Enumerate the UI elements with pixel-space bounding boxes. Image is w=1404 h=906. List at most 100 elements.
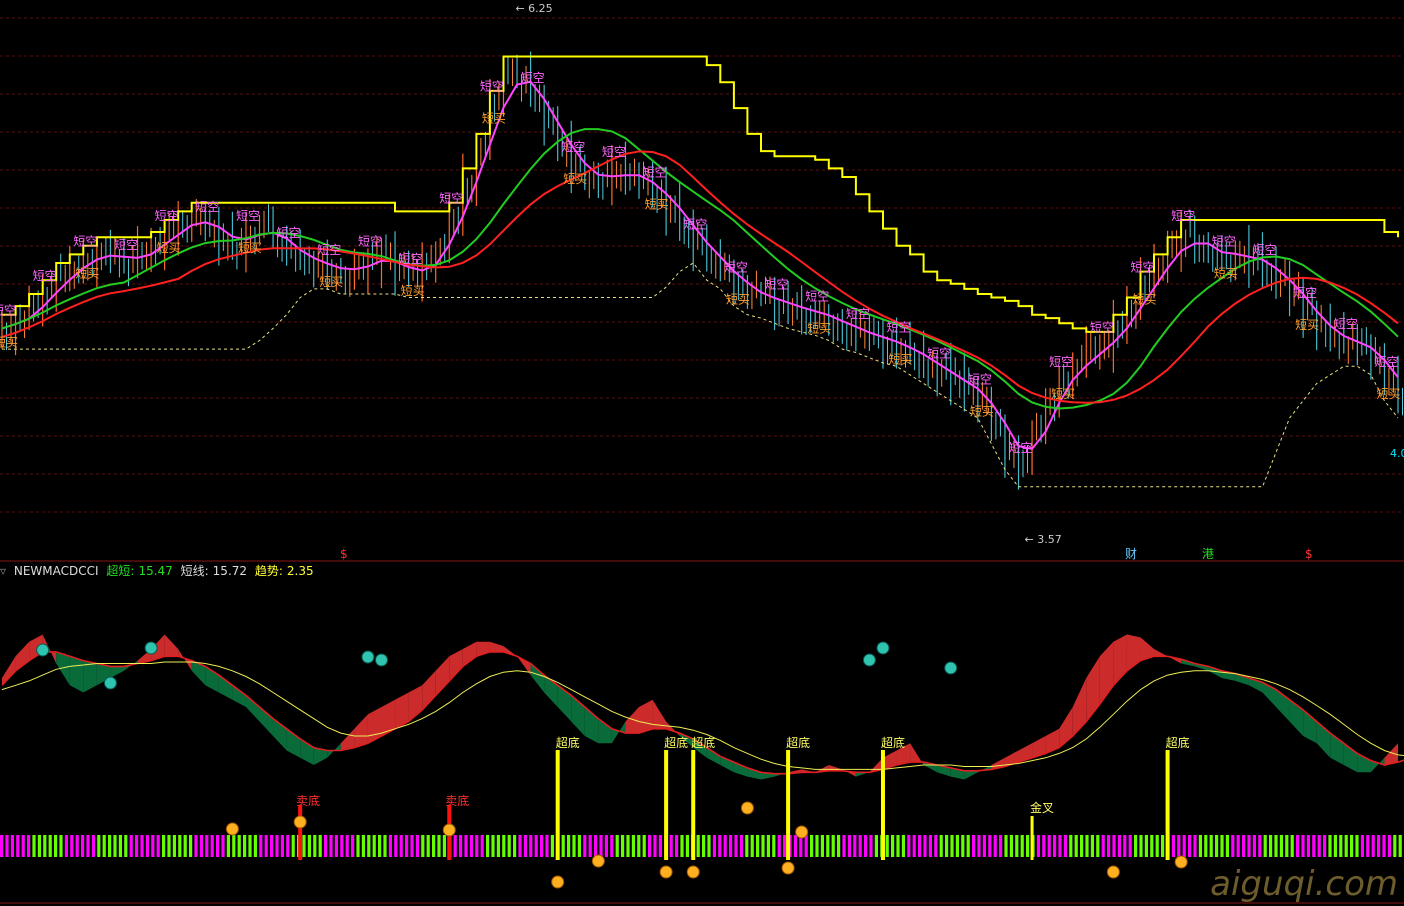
status-bar bbox=[707, 835, 711, 857]
histogram-segment bbox=[625, 707, 640, 734]
status-bar bbox=[1036, 835, 1040, 857]
status-bar bbox=[1285, 835, 1289, 857]
status-bar bbox=[529, 835, 533, 857]
status-bar bbox=[334, 835, 338, 857]
status-bar bbox=[318, 835, 322, 857]
status-bar bbox=[226, 835, 230, 857]
up-arrow-icon bbox=[781, 861, 795, 875]
status-bar bbox=[48, 835, 52, 857]
status-bar bbox=[129, 835, 133, 857]
status-bar bbox=[361, 835, 365, 857]
up-arrow-icon bbox=[293, 815, 307, 829]
status-bar bbox=[1306, 835, 1310, 857]
golden-cross-label: 金叉 bbox=[1030, 800, 1054, 815]
status-bar bbox=[955, 835, 959, 857]
status-bar bbox=[858, 835, 862, 857]
status-bar bbox=[167, 835, 171, 857]
status-bar bbox=[1047, 835, 1051, 857]
status-bar bbox=[1398, 835, 1402, 857]
status-bar bbox=[372, 835, 376, 857]
status-bar bbox=[550, 835, 554, 857]
status-bar bbox=[21, 835, 25, 857]
status-bar bbox=[442, 835, 446, 857]
histogram-segment bbox=[1072, 678, 1087, 736]
status-bar bbox=[610, 835, 614, 857]
status-bar bbox=[16, 835, 20, 857]
signal-short-buy: 短买 bbox=[889, 353, 913, 367]
signal-short-sell: 短空 bbox=[1212, 235, 1236, 249]
up-arrow-icon bbox=[1174, 855, 1188, 869]
event-marker: 财 bbox=[1125, 547, 1137, 561]
status-bar bbox=[54, 835, 58, 857]
status-bar bbox=[145, 835, 149, 857]
status-bar bbox=[394, 835, 398, 857]
super-bottom-label: 超底 bbox=[664, 735, 688, 750]
status-bar bbox=[631, 835, 635, 857]
status-bar bbox=[307, 835, 311, 857]
status-bar bbox=[1193, 835, 1197, 857]
indicator-name[interactable]: NEWMACDCCI bbox=[14, 564, 99, 578]
status-bar bbox=[885, 835, 889, 857]
histogram-segment bbox=[435, 656, 450, 696]
status-bar bbox=[1236, 835, 1240, 857]
status-bar bbox=[783, 835, 787, 857]
status-bar bbox=[1279, 835, 1283, 857]
status-bar bbox=[313, 835, 317, 857]
status-bar bbox=[124, 835, 128, 857]
duanxian-value: 15.72 bbox=[212, 564, 248, 578]
signal-short-buy: 短买 bbox=[807, 322, 831, 336]
status-bar bbox=[1042, 835, 1046, 857]
status-bar bbox=[81, 835, 85, 857]
status-bar bbox=[961, 835, 965, 857]
status-bar bbox=[1225, 835, 1229, 857]
price-panel: 短空短买短空短空短买短空短空短买短空短空短买短空短空短买短空短空短买短空短空短买… bbox=[0, 51, 1403, 490]
signal-short-buy: 短买 bbox=[563, 172, 587, 186]
status-bar bbox=[1134, 835, 1138, 857]
histogram-segment bbox=[639, 699, 653, 734]
status-bar bbox=[950, 835, 954, 857]
signal-short-sell: 短空 bbox=[724, 260, 748, 274]
status-bar bbox=[518, 835, 522, 857]
status-bar bbox=[324, 835, 328, 857]
status-bar bbox=[1242, 835, 1246, 857]
status-bar bbox=[928, 835, 932, 857]
status-bar bbox=[1344, 835, 1348, 857]
signal-short-sell: 短空 bbox=[1090, 321, 1114, 335]
status-bar bbox=[356, 835, 360, 857]
status-bar bbox=[772, 835, 776, 857]
status-bar bbox=[594, 835, 598, 857]
status-bar bbox=[1339, 835, 1343, 857]
status-bar bbox=[1204, 835, 1208, 857]
status-bar bbox=[1328, 835, 1332, 857]
signal-short-sell: 短空 bbox=[73, 235, 97, 249]
status-bar bbox=[118, 835, 122, 857]
histogram-segment bbox=[245, 695, 260, 722]
status-bar bbox=[718, 835, 722, 857]
signal-short-sell: 短空 bbox=[236, 209, 260, 223]
status-bar bbox=[869, 835, 873, 857]
status-bar bbox=[1377, 835, 1381, 857]
status-bar bbox=[1069, 835, 1073, 857]
status-bar bbox=[1231, 835, 1235, 857]
histogram-segment bbox=[598, 718, 612, 744]
status-bar bbox=[378, 835, 382, 857]
collapse-icon[interactable]: ▿ bbox=[0, 564, 6, 578]
indicator-legend: ▿ NEWMACDCCI 超短: 15.47 短线: 15.72 趋势: 2.35 bbox=[0, 562, 318, 580]
signal-short-sell: 短空 bbox=[846, 307, 870, 321]
up-arrow-icon bbox=[1106, 865, 1120, 879]
status-bar bbox=[0, 835, 4, 857]
status-bar bbox=[626, 835, 630, 857]
super-bottom-label: 超底 bbox=[786, 735, 810, 750]
status-bar bbox=[1274, 835, 1278, 857]
signal-short-buy: 短买 bbox=[401, 284, 425, 298]
status-bar bbox=[70, 835, 74, 857]
status-bar bbox=[918, 835, 922, 857]
status-bar bbox=[10, 835, 14, 857]
status-bar bbox=[264, 835, 268, 857]
signal-short-sell: 短空 bbox=[1252, 243, 1276, 257]
status-bar bbox=[1312, 835, 1316, 857]
status-bar bbox=[907, 835, 911, 857]
status-bar bbox=[432, 835, 436, 857]
up-arrow-icon bbox=[551, 875, 565, 889]
status-bar bbox=[248, 835, 252, 857]
